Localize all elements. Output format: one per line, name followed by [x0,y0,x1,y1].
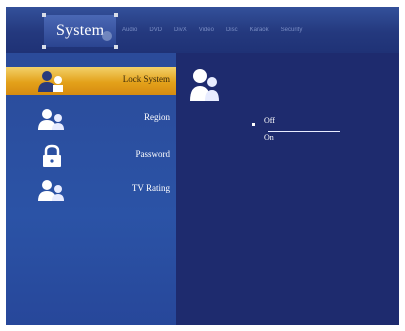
selection-underline [268,131,340,132]
corner-marker [42,13,46,17]
top-tab-bar: System Audio DVD DivX Video Disc Karaok … [6,7,399,53]
corner-marker [114,13,118,17]
option-on[interactable]: On [264,133,274,142]
tab-disc[interactable]: Disc [226,27,238,33]
tab-divx[interactable]: DivX [174,27,187,33]
user-icon [38,180,64,201]
corner-marker [42,45,46,49]
sidebar-item-label: Lock System [122,74,170,84]
tab-karaoke[interactable]: Karaok [250,27,269,33]
tab-audio[interactable]: Audio [122,27,137,33]
corner-marker [114,45,118,49]
user-icon [38,109,64,130]
setup-screen: System Audio DVD DivX Video Disc Karaok … [6,7,399,325]
selection-bullet [252,123,255,126]
other-tabs: Audio DVD DivX Video Disc Karaok Securit… [122,27,302,33]
padlock-icon [43,144,61,167]
tab-security[interactable]: Security [281,27,303,33]
option-off[interactable]: Off [264,116,275,125]
system-tab-icon [102,31,112,41]
sidebar-item-lock-system[interactable]: Lock System [6,67,176,95]
sidebar-menu: Lock System Region Password TV Rating [6,53,176,325]
user-lock-icon [38,71,63,92]
sidebar-item-tv-rating[interactable]: TV Rating [6,176,176,204]
tab-system[interactable]: System [56,22,104,40]
sidebar-item-label: Region [144,112,170,122]
sidebar-item-label: TV Rating [131,183,170,193]
tab-dvd[interactable]: DVD [149,27,162,33]
tab-video[interactable]: Video [199,27,214,33]
sidebar-item-region[interactable]: Region [6,105,176,133]
sidebar-item-label: Password [135,149,170,159]
sidebar-item-password[interactable]: Password [6,142,176,170]
user-icon [190,69,219,101]
